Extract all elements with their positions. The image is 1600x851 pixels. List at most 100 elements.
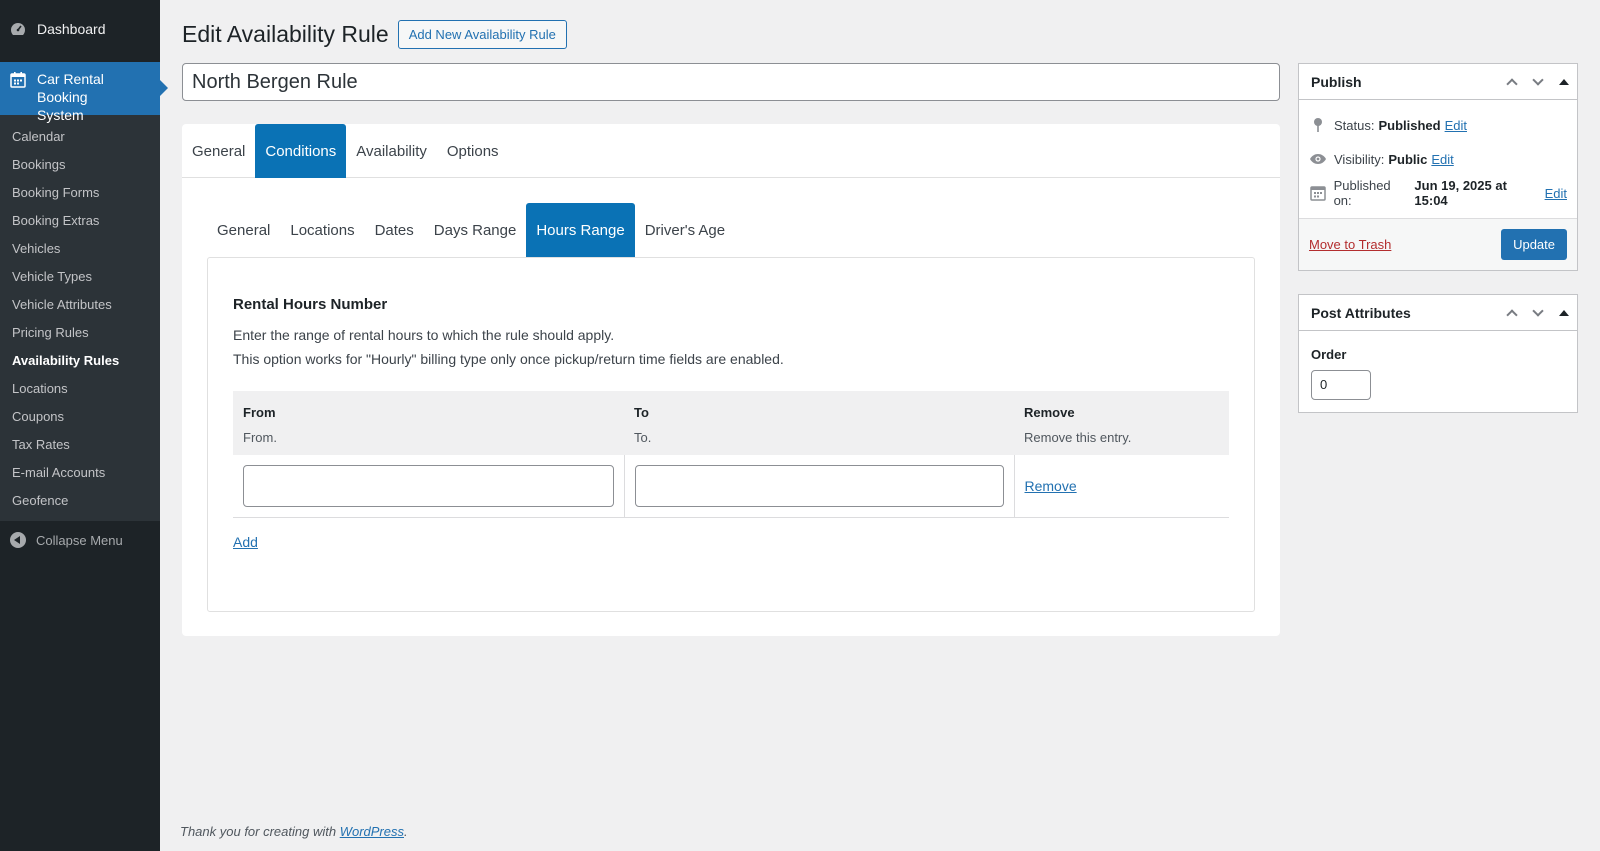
toggle-panel-icon[interactable] bbox=[1551, 295, 1577, 331]
sidebar-item-vehicles[interactable]: Vehicles bbox=[0, 235, 160, 263]
status-row: Status: Published Edit bbox=[1309, 108, 1567, 142]
move-down-icon[interactable] bbox=[1525, 64, 1551, 100]
hours-range-section: Rental Hours Number Enter the range of r… bbox=[207, 257, 1255, 612]
tab-conditions[interactable]: Conditions bbox=[255, 124, 347, 178]
subtab-hours-range[interactable]: Hours Range bbox=[526, 203, 635, 257]
menu-car-rental-label: Car Rental Booking System bbox=[37, 71, 104, 123]
sidebar-item-calendar[interactable]: Calendar bbox=[0, 123, 160, 151]
tab-options[interactable]: Options bbox=[437, 124, 509, 178]
main-tabs: General Conditions Availability Options bbox=[182, 124, 1280, 178]
remove-link[interactable]: Remove bbox=[1025, 478, 1077, 494]
published-on-value: Jun 19, 2025 at 15:04 bbox=[1414, 178, 1507, 208]
status-label: Status: bbox=[1334, 117, 1375, 133]
sidebar-item-vehicle-attributes[interactable]: Vehicle Attributes bbox=[0, 291, 160, 319]
section-description-1: Enter the range of rental hours to which… bbox=[233, 327, 615, 343]
move-up-icon[interactable] bbox=[1499, 295, 1525, 331]
submenu: Calendar Bookings Booking Forms Booking … bbox=[0, 115, 160, 521]
edit-status-link[interactable]: Edit bbox=[1445, 118, 1467, 133]
section-title: Rental Hours Number bbox=[233, 296, 388, 313]
calendar-icon bbox=[1309, 184, 1327, 202]
column-to: To To. bbox=[624, 391, 1014, 455]
order-input[interactable]: 0 bbox=[1311, 370, 1371, 400]
subtab-days-range[interactable]: Days Range bbox=[424, 203, 527, 257]
hours-range-table: From From. To To. Remove Remove this ent… bbox=[233, 391, 1229, 518]
subtab-drivers-age[interactable]: Driver's Age bbox=[635, 203, 735, 257]
move-down-icon[interactable] bbox=[1525, 295, 1551, 331]
status-value: Published bbox=[1378, 117, 1441, 133]
section-description-2: This option works for "Hourly" billing t… bbox=[233, 351, 784, 367]
sidebar-item-tax-rates[interactable]: Tax Rates bbox=[0, 431, 160, 459]
calendar-icon bbox=[9, 71, 27, 89]
to-input[interactable] bbox=[634, 465, 1004, 507]
menu-car-rental[interactable]: Car Rental Booking System bbox=[0, 62, 168, 123]
sidebar-item-availability-rules[interactable]: Availability Rules bbox=[0, 347, 160, 375]
admin-sidebar: Dashboard Car Rental Booking System Cale… bbox=[0, 0, 168, 851]
collapse-menu-label: Collapse Menu bbox=[36, 532, 123, 548]
publish-box-title: Publish bbox=[1311, 73, 1362, 90]
post-attributes-body: Order 0 bbox=[1299, 331, 1577, 412]
column-to-desc: To. bbox=[634, 430, 652, 445]
toggle-panel-icon[interactable] bbox=[1551, 64, 1577, 100]
order-label: Order bbox=[1311, 347, 1347, 362]
sidebar-item-booking-extras[interactable]: Booking Extras bbox=[0, 207, 160, 235]
subtab-locations[interactable]: Locations bbox=[280, 203, 364, 257]
post-attributes-header: Post Attributes bbox=[1299, 295, 1577, 331]
published-on-label: Published on: bbox=[1333, 178, 1391, 208]
publish-actions: Move to Trash Update bbox=[1299, 218, 1577, 270]
add-new-rule-button[interactable]: Add New Availability Rule bbox=[397, 20, 567, 49]
post-title-input[interactable]: North Bergen Rule bbox=[182, 63, 1280, 101]
post-attributes-title: Post Attributes bbox=[1311, 304, 1411, 321]
sidebar-item-vehicle-types[interactable]: Vehicle Types bbox=[0, 263, 160, 291]
from-input[interactable] bbox=[243, 465, 614, 507]
from-cell bbox=[233, 455, 625, 518]
menu-dashboard-label: Dashboard bbox=[37, 21, 106, 37]
rule-settings-panel: General Conditions Availability Options … bbox=[182, 124, 1280, 636]
footer-text: Thank you for creating with bbox=[180, 824, 337, 839]
move-to-trash-link[interactable]: Move to Trash bbox=[1309, 237, 1391, 252]
subtab-general[interactable]: General bbox=[207, 203, 280, 257]
move-up-icon[interactable] bbox=[1499, 64, 1525, 100]
column-from-desc: From. bbox=[243, 430, 277, 445]
main-content: Edit Availability Rule Add New Availabil… bbox=[160, 0, 1600, 851]
sidebar-item-booking-forms[interactable]: Booking Forms bbox=[0, 179, 160, 207]
admin-footer: Thank you for creating with WordPress. bbox=[180, 824, 408, 839]
column-from: From From. bbox=[233, 391, 624, 455]
visibility-row: Visibility: Public Edit bbox=[1309, 142, 1567, 176]
add-entry-link[interactable]: Add bbox=[233, 534, 258, 550]
sidebar-item-locations[interactable]: Locations bbox=[0, 375, 160, 403]
sidebar-item-geofence[interactable]: Geofence bbox=[0, 487, 160, 515]
page-header: Edit Availability Rule Add New Availabil… bbox=[182, 20, 567, 49]
pin-icon bbox=[1309, 116, 1327, 134]
publish-box-header: Publish bbox=[1299, 64, 1577, 100]
visibility-label: Visibility: bbox=[1334, 151, 1385, 167]
collapse-menu-button[interactable]: Collapse Menu bbox=[0, 523, 160, 557]
sidebar-item-bookings[interactable]: Bookings bbox=[0, 151, 160, 179]
update-button[interactable]: Update bbox=[1501, 229, 1567, 260]
collapse-icon bbox=[10, 532, 26, 548]
eye-icon bbox=[1309, 150, 1327, 168]
menu-dashboard[interactable]: Dashboard bbox=[0, 12, 160, 46]
post-attributes-box: Post Attributes Order 0 bbox=[1298, 294, 1578, 413]
edit-date-link[interactable]: Edit bbox=[1545, 186, 1567, 201]
column-from-label: From bbox=[243, 405, 276, 420]
sidebar-item-coupons[interactable]: Coupons bbox=[0, 403, 160, 431]
sidebar-item-email-accounts[interactable]: E-mail Accounts bbox=[0, 459, 160, 487]
column-remove-desc: Remove this entry. bbox=[1024, 430, 1132, 445]
edit-visibility-link[interactable]: Edit bbox=[1431, 152, 1453, 167]
footer-period: . bbox=[404, 824, 408, 839]
remove-cell: Remove bbox=[1014, 455, 1229, 518]
published-on-row: Published on: Jun 19, 2025 at 15:04 Edit bbox=[1309, 176, 1567, 210]
column-to-label: To bbox=[634, 405, 649, 420]
tab-general[interactable]: General bbox=[182, 124, 255, 178]
table-row: Remove bbox=[233, 455, 1229, 518]
tab-availability[interactable]: Availability bbox=[346, 124, 437, 178]
visibility-value: Public bbox=[1388, 151, 1428, 167]
sidebar-item-pricing-rules[interactable]: Pricing Rules bbox=[0, 319, 160, 347]
subtab-dates[interactable]: Dates bbox=[365, 203, 424, 257]
column-remove-label: Remove bbox=[1024, 405, 1075, 420]
wordpress-link[interactable]: WordPress bbox=[340, 824, 404, 839]
to-cell bbox=[624, 455, 1015, 518]
publish-box: Publish Status: Published Edit Visibilit… bbox=[1298, 63, 1578, 271]
sub-tabs: General Locations Dates Days Range Hours… bbox=[207, 203, 1280, 257]
page-title: Edit Availability Rule bbox=[182, 21, 389, 47]
